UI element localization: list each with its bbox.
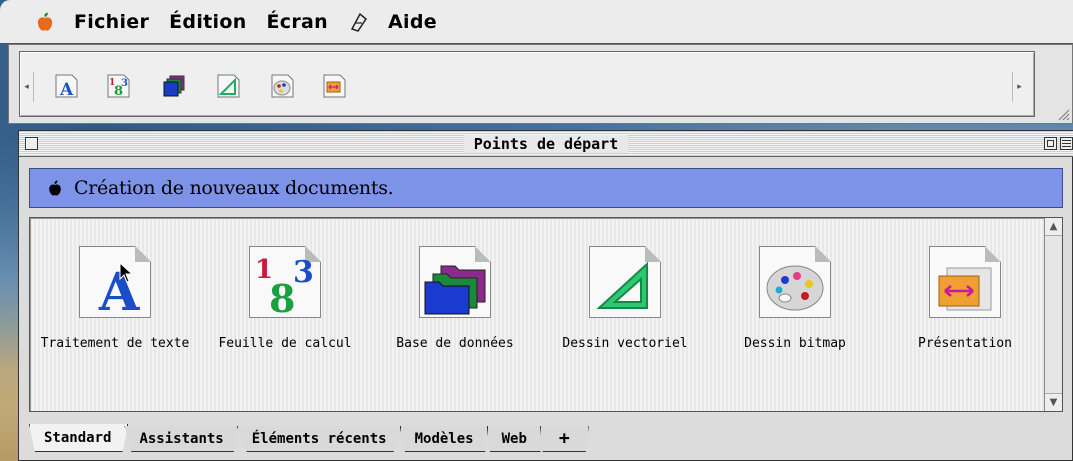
presentation-tool-icon[interactable] [320, 72, 348, 100]
window-title: Points de départ [463, 135, 629, 153]
spreadsheet-icon: 1 8 3 [249, 246, 321, 318]
drawing-tool-icon[interactable] [214, 72, 242, 100]
resize-grip-icon[interactable] [1056, 107, 1070, 121]
database-icon [419, 246, 491, 318]
tab-bar: Standard Assistants Éléments récents Mod… [29, 422, 589, 452]
scroll-left-icon[interactable]: ◂ [20, 72, 34, 102]
svg-text:3: 3 [293, 255, 314, 290]
document-label: Présentation [918, 336, 1012, 351]
window-titlebar[interactable]: Points de départ [19, 131, 1073, 157]
starting-points-window: Points de départ Création de nouveaux do… [18, 130, 1073, 461]
spreadsheet-tool-icon[interactable]: 1 8 3 [104, 72, 132, 100]
tab-templates[interactable]: Modèles [399, 426, 491, 452]
menu-aide[interactable]: Aide [388, 11, 437, 33]
vertical-scrollbar[interactable]: ▲ ▼ [1044, 218, 1062, 411]
window-banner: Création de nouveaux documents. [29, 168, 1063, 208]
document-item-presentation[interactable]: Présentation [880, 246, 1050, 376]
word-processing-icon: A [79, 246, 151, 318]
document-item-word-processing[interactable]: A Traitement de texte [30, 246, 200, 376]
menu-bar: Fichier Édition Écran Aide [0, 0, 1073, 44]
banner-text: Création de nouveaux documents. [74, 177, 394, 199]
document-label: Base de données [396, 336, 514, 351]
document-label: Feuille de calcul [218, 336, 352, 351]
word-processing-tool-icon[interactable]: A [52, 72, 80, 100]
document-item-spreadsheet[interactable]: 1 8 3 Feuille de calcul [200, 246, 370, 376]
document-label: Dessin bitmap [744, 336, 846, 351]
zoom-box-icon[interactable] [1044, 137, 1057, 150]
svg-text:A: A [59, 80, 74, 100]
script-menu-icon[interactable] [348, 11, 370, 33]
document-item-drawing[interactable]: Dessin vectoriel [540, 246, 710, 376]
tab-standard[interactable]: Standard [29, 424, 129, 452]
database-tool-icon[interactable] [160, 72, 188, 100]
menu-edition[interactable]: Édition [169, 11, 246, 33]
scroll-down-icon[interactable]: ▼ [1045, 393, 1062, 411]
document-label: Traitement de texte [40, 336, 190, 351]
tab-assistants[interactable]: Assistants [124, 426, 241, 452]
apple-menu-icon[interactable] [34, 11, 56, 33]
button-bar: ◂ A 1 8 3 ▸ [8, 44, 1073, 124]
button-bar-track: ◂ A 1 8 3 ▸ [19, 51, 1035, 117]
menu-fichier[interactable]: Fichier [74, 11, 149, 33]
svg-text:3: 3 [121, 78, 128, 89]
collapse-box-icon[interactable] [1060, 137, 1073, 150]
tab-recent-items[interactable]: Éléments récents [236, 426, 404, 452]
scroll-up-icon[interactable]: ▲ [1045, 218, 1062, 236]
menu-ecran[interactable]: Écran [267, 11, 328, 33]
document-item-painting[interactable]: Dessin bitmap [710, 246, 880, 376]
painting-tool-icon[interactable] [268, 72, 296, 100]
drawing-icon [589, 246, 661, 318]
tab-add[interactable]: + [539, 426, 589, 452]
svg-text:8: 8 [269, 276, 295, 318]
scroll-right-icon[interactable]: ▸ [1012, 72, 1026, 102]
apple-logo-icon [49, 180, 61, 196]
painting-icon [759, 246, 831, 318]
document-item-database[interactable]: Base de données [370, 246, 540, 376]
document-label: Dessin vectoriel [562, 336, 688, 351]
presentation-icon [929, 246, 1001, 318]
documents-panel: A Traitement de texte 1 8 3 Feuille de c… [29, 217, 1063, 412]
mouse-pointer-icon [119, 262, 134, 283]
tab-web[interactable]: Web [486, 426, 544, 452]
